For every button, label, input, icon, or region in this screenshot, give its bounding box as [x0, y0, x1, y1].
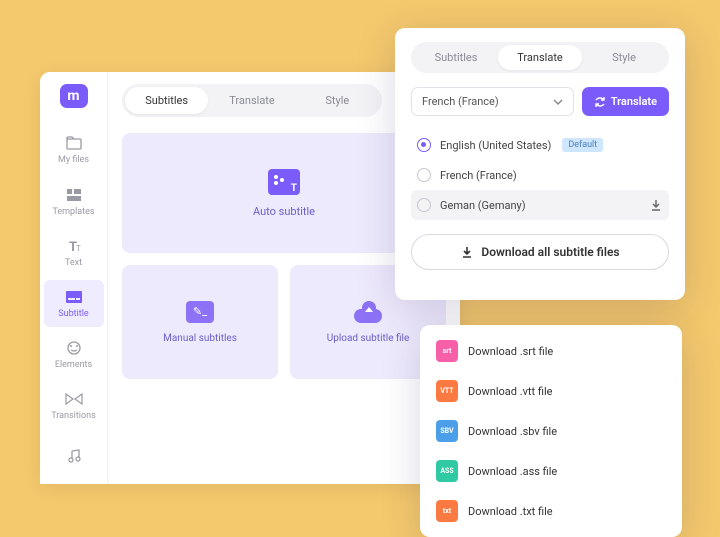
templates-icon — [65, 186, 83, 204]
translate-button-label: Translate — [611, 95, 657, 108]
sidebar: m My files Templates TT Text Subtitle El… — [40, 72, 108, 484]
language-option-english[interactable]: English (United States) Default — [411, 130, 669, 160]
pencil-icon: ✎_ — [186, 301, 214, 323]
language-label: Geman (Gemany) — [440, 199, 526, 212]
sidebar-item-elements[interactable]: Elements — [44, 331, 104, 378]
manual-subtitles-card[interactable]: ✎_ Manual subtitles — [122, 265, 278, 379]
language-list: English (United States) Default French (… — [411, 130, 669, 220]
sidebar-item-transitions[interactable]: Transitions — [44, 382, 104, 429]
translate-tabs: Subtitles Translate Style — [411, 42, 669, 73]
sidebar-item-music[interactable] — [44, 433, 104, 480]
subtitle-icon — [65, 288, 83, 306]
language-select[interactable]: French (France) — [411, 87, 574, 116]
upload-subtitle-label: Upload subtitle file — [327, 333, 410, 344]
refresh-icon — [594, 96, 606, 108]
language-label: English (United States) — [440, 139, 551, 152]
file-badge: txt — [436, 500, 458, 522]
tab-subtitles[interactable]: Subtitles — [125, 87, 208, 114]
default-badge: Default — [562, 138, 603, 152]
file-badge: srt — [436, 340, 458, 362]
auto-subtitle-icon — [268, 169, 300, 195]
download-icon[interactable] — [649, 198, 663, 212]
file-option-ass[interactable]: ASS Download .ass file — [420, 451, 682, 491]
file-label: Download .srt file — [468, 345, 553, 358]
file-label: Download .txt file — [468, 505, 553, 518]
file-badge: SBV — [436, 420, 458, 442]
file-badge: VTT — [436, 380, 458, 402]
content-tabs: Subtitles Translate Style — [122, 84, 382, 117]
sidebar-item-subtitle[interactable]: Subtitle — [44, 280, 104, 327]
file-label: Download .sbv file — [468, 425, 557, 438]
translate-panel: Subtitles Translate Style French (France… — [395, 28, 685, 300]
radio-icon — [417, 168, 431, 182]
file-option-srt[interactable]: srt Download .srt file — [420, 331, 682, 371]
file-option-vtt[interactable]: VTT Download .vtt file — [420, 371, 682, 411]
tab-translate[interactable]: Translate — [498, 45, 582, 70]
file-badge: ASS — [436, 460, 458, 482]
radio-icon — [417, 138, 431, 152]
sidebar-label: Text — [65, 258, 82, 268]
sidebar-item-text[interactable]: TT Text — [44, 229, 104, 276]
sidebar-label: My files — [58, 155, 89, 165]
file-option-sbv[interactable]: SBV Download .sbv file — [420, 411, 682, 451]
tab-style[interactable]: Style — [296, 87, 379, 114]
cloud-upload-icon — [352, 301, 384, 323]
file-option-txt[interactable]: txt Download .txt file — [420, 491, 682, 531]
file-label: Download .vtt file — [468, 385, 552, 398]
transitions-icon — [65, 390, 83, 408]
elements-icon — [65, 339, 83, 357]
tab-translate[interactable]: Translate — [210, 87, 293, 114]
folder-icon — [65, 134, 83, 152]
sidebar-item-my-files[interactable]: My files — [44, 126, 104, 173]
tab-style[interactable]: Style — [582, 45, 666, 70]
music-icon — [65, 447, 83, 465]
radio-icon — [417, 198, 431, 212]
svg-text:T: T — [76, 244, 81, 253]
auto-subtitle-label: Auto subtitle — [253, 205, 315, 218]
language-option-french[interactable]: French (France) — [411, 160, 669, 190]
translate-button[interactable]: Translate — [582, 87, 669, 116]
file-label: Download .ass file — [468, 465, 557, 478]
sidebar-label: Elements — [55, 360, 92, 370]
download-icon — [460, 245, 474, 259]
language-option-german[interactable]: Geman (Gemany) — [411, 190, 669, 220]
language-label: French (France) — [440, 169, 517, 182]
download-all-button[interactable]: Download all subtitle files — [411, 234, 669, 270]
sidebar-label: Subtitle — [58, 309, 88, 319]
sidebar-label: Templates — [52, 207, 94, 217]
tab-subtitles[interactable]: Subtitles — [414, 45, 498, 70]
sidebar-label: Transitions — [51, 411, 96, 421]
download-all-label: Download all subtitle files — [481, 245, 619, 259]
file-formats-panel: srt Download .srt file VTT Download .vtt… — [420, 325, 682, 537]
sidebar-item-templates[interactable]: Templates — [44, 177, 104, 224]
text-icon: TT — [65, 237, 83, 255]
language-select-value: French (France) — [422, 95, 499, 108]
app-logo: m — [60, 84, 88, 108]
manual-subtitles-label: Manual subtitles — [163, 333, 237, 344]
chevron-down-icon — [553, 99, 563, 105]
